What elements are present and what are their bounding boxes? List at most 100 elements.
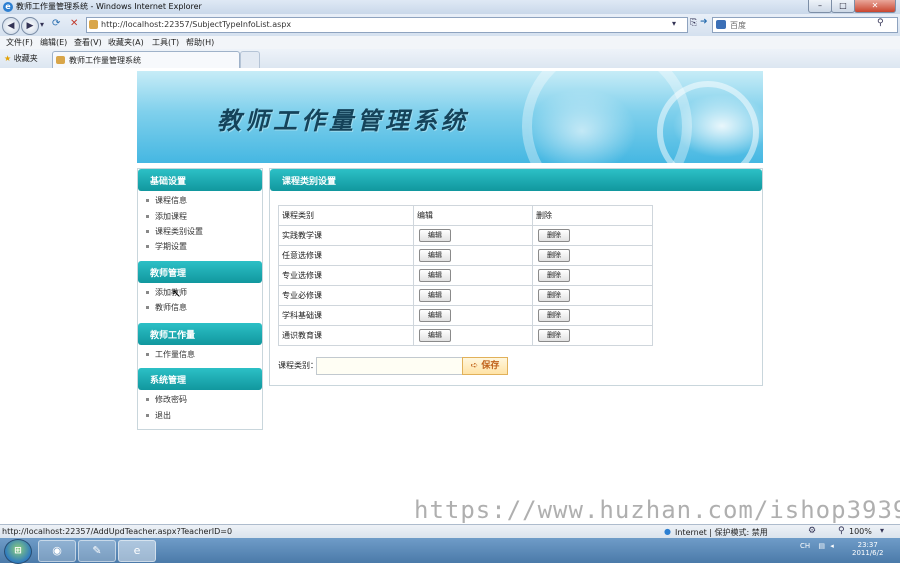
sidebar-item-term[interactable]: 学期设置 xyxy=(146,241,187,252)
bullet-icon xyxy=(146,353,149,356)
save-arrow-icon: ➪ xyxy=(470,361,479,371)
sidebar-section-title: 教师管理 xyxy=(150,269,187,279)
refresh-icon[interactable]: ⟳ xyxy=(52,18,60,29)
maximize-button[interactable]: □ xyxy=(831,0,855,13)
language-indicator[interactable]: CH xyxy=(800,542,810,550)
sidebar-item-logout[interactable]: 退出 xyxy=(146,410,171,421)
clock[interactable]: 23:37 2011/6/2 xyxy=(852,541,883,557)
zoom-level[interactable]: 100% xyxy=(849,527,872,536)
firefox-icon: ◉ xyxy=(52,544,62,557)
taskbar-app-firefox[interactable]: ◉ xyxy=(38,540,76,562)
tab-current[interactable]: 教师工作量管理系统 xyxy=(52,51,240,68)
panel-title: 课程类别设置 xyxy=(282,177,337,187)
globe-icon: ● xyxy=(664,527,671,536)
menu-tools[interactable]: 工具(T) xyxy=(152,37,179,48)
table-row: 通识教育课 编辑 删除 xyxy=(278,325,653,346)
favorites-button[interactable]: ★ 收藏夹 xyxy=(4,53,38,64)
column-header-delete: 删除 xyxy=(532,205,653,226)
delete-button[interactable]: 删除 xyxy=(538,329,570,342)
address-toolbar: ◀ ▶ ▾ ⟳ ✕ http://localhost:22357/Subject… xyxy=(0,14,900,36)
start-button[interactable]: ⊞ xyxy=(4,539,32,564)
sidebar-item-workload-info[interactable]: 工作量信息 xyxy=(146,349,195,360)
delete-button[interactable]: 删除 xyxy=(538,289,570,302)
address-url: http://localhost:22357/SubjectTypeInfoLi… xyxy=(101,20,292,29)
stop-icon[interactable]: ✕ xyxy=(70,18,78,29)
delete-button[interactable]: 删除 xyxy=(538,249,570,262)
menu-bar: 文件(F) 编辑(E) 查看(V) 收藏夹(A) 工具(T) 帮助(H) xyxy=(0,36,900,50)
course-type-name: 通识教育课 xyxy=(278,325,414,346)
network-icon[interactable]: ▤ xyxy=(818,542,825,550)
zoom-dropdown-icon[interactable]: ▾ xyxy=(880,526,884,535)
sidebar-item-course-type[interactable]: 课程类别设置 xyxy=(146,226,203,237)
sidebar-item-course-info[interactable]: 课程信息 xyxy=(146,195,187,206)
close-window-button[interactable]: ✕ xyxy=(854,0,896,13)
column-header-edit: 编辑 xyxy=(413,205,533,226)
back-button[interactable]: ◀ xyxy=(2,17,20,35)
sidebar-section-basic: 基础设置 xyxy=(138,169,262,191)
course-type-name: 任意选修课 xyxy=(278,245,414,266)
edit-button[interactable]: 编辑 xyxy=(419,269,451,282)
system-tray: CH ▤ ◂ xyxy=(800,542,834,550)
delete-button[interactable]: 删除 xyxy=(538,229,570,242)
course-type-input[interactable] xyxy=(316,357,464,375)
taskbar-app-tool[interactable]: ✎ xyxy=(78,540,116,562)
search-box[interactable]: 百度 ⚲ xyxy=(712,17,898,33)
table-cell: 编辑 xyxy=(413,265,533,286)
table-cell: 编辑 xyxy=(413,245,533,266)
volume-icon[interactable]: ◂ xyxy=(830,542,834,550)
search-icon[interactable]: ⚲ xyxy=(877,18,884,28)
menu-view[interactable]: 查看(V) xyxy=(74,37,102,48)
table-row: 实践教学课 编辑 删除 xyxy=(278,225,653,246)
course-type-table: 课程类别 编辑 删除 实践教学课 编辑 删除 任意选修课 编辑 删除 专业选修课 xyxy=(278,205,653,346)
sidebar-item-teacher-info[interactable]: 教师信息 xyxy=(146,302,187,313)
delete-button[interactable]: 删除 xyxy=(538,269,570,282)
forward-button[interactable]: ▶ xyxy=(21,17,39,35)
edit-button[interactable]: 编辑 xyxy=(419,309,451,322)
menu-file[interactable]: 文件(F) xyxy=(6,37,33,48)
banner-title: 教师工作量管理系统 xyxy=(217,106,469,135)
page-favicon-icon xyxy=(89,20,98,29)
star-icon: ★ xyxy=(4,54,12,63)
edit-button[interactable]: 编辑 xyxy=(419,289,451,302)
forward-arrow-icon: ▶ xyxy=(26,21,34,31)
clock-date: 2011/6/2 xyxy=(852,549,884,557)
course-type-name: 实践教学课 xyxy=(278,225,414,246)
tab-favicon-icon xyxy=(56,56,65,64)
edit-button[interactable]: 编辑 xyxy=(419,329,451,342)
bullet-icon xyxy=(146,414,149,417)
go-arrow-icon[interactable]: ➜ xyxy=(700,17,708,27)
delete-button[interactable]: 删除 xyxy=(538,309,570,322)
sidebar-item-label: 退出 xyxy=(155,411,171,420)
taskbar-app-ie[interactable]: e xyxy=(118,540,156,562)
sidebar-item-label: 修改密码 xyxy=(155,395,187,404)
favorites-label: 收藏夹 xyxy=(13,54,38,63)
table-row: 专业选修课 编辑 删除 xyxy=(278,265,653,286)
save-button[interactable]: ➪ 保存 xyxy=(462,357,508,375)
history-dropdown-icon[interactable]: ▾ xyxy=(40,20,44,29)
course-type-name: 学科基础课 xyxy=(278,305,414,326)
tool-icon: ✎ xyxy=(92,544,102,557)
new-tab-button[interactable] xyxy=(240,51,260,68)
sidebar-section-title: 系统管理 xyxy=(150,376,187,386)
bullet-icon xyxy=(146,199,149,202)
table-cell: 编辑 xyxy=(413,225,533,246)
clock-time: 23:37 xyxy=(857,541,878,549)
address-bar[interactable]: http://localhost:22357/SubjectTypeInfoLi… xyxy=(86,17,688,33)
edit-button[interactable]: 编辑 xyxy=(419,249,451,262)
bullet-icon xyxy=(146,291,149,294)
address-dropdown-icon[interactable]: ▾ xyxy=(672,19,676,28)
sidebar-item-label: 工作量信息 xyxy=(155,350,195,359)
ie-icon: e xyxy=(133,544,141,557)
minimize-button[interactable]: – xyxy=(808,0,832,13)
menu-help[interactable]: 帮助(H) xyxy=(186,37,214,48)
menu-edit[interactable]: 编辑(E) xyxy=(40,37,67,48)
menu-favorites[interactable]: 收藏夹(A) xyxy=(108,37,144,48)
security-icon[interactable]: ⚙ xyxy=(808,526,816,536)
mouse-cursor-icon: ↖ xyxy=(172,287,182,300)
bullet-icon xyxy=(146,215,149,218)
sidebar-item-change-password[interactable]: 修改密码 xyxy=(146,394,187,405)
edit-button[interactable]: 编辑 xyxy=(419,229,451,242)
compatibility-view-icon[interactable]: ⎘ xyxy=(690,18,697,28)
sidebar-item-add-course[interactable]: 添加课程 xyxy=(146,211,187,222)
ie-logo-icon: e xyxy=(3,2,13,12)
